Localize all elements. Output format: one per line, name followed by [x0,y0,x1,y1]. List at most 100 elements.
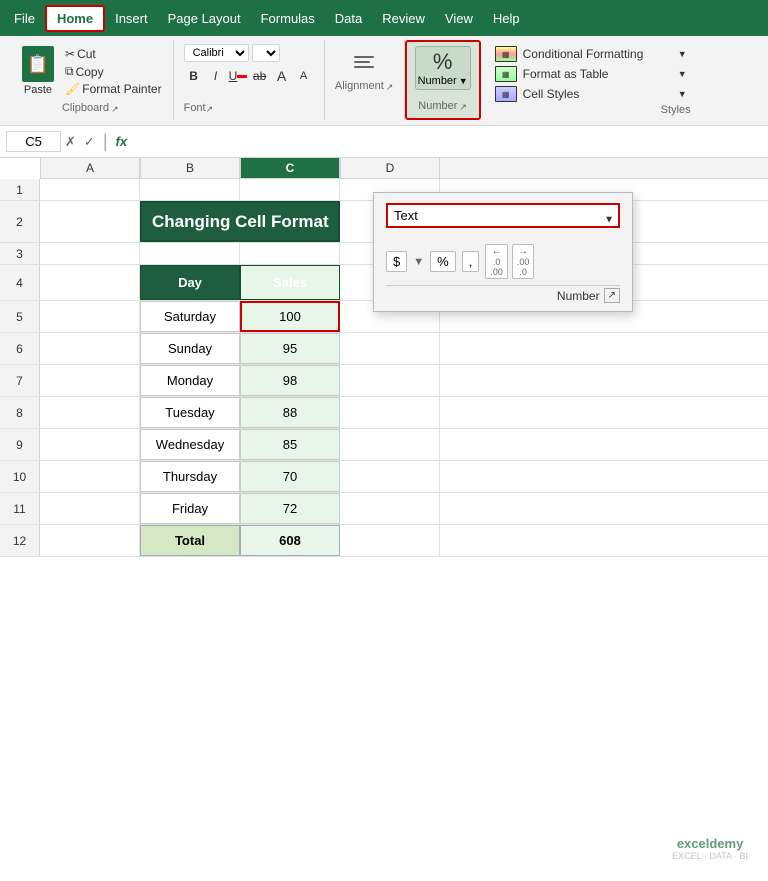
cell-d11[interactable] [340,493,440,524]
format-select[interactable]: Text General Number Currency Accounting … [386,203,620,228]
decrease-font-button[interactable]: A [294,66,314,86]
row-num-8: 8 [0,397,40,428]
cell-c9[interactable]: 85 [240,429,340,460]
menu-formulas[interactable]: Formulas [251,7,325,30]
cut-button[interactable]: ✂ Cut [62,46,165,62]
number-tools: $ ▼ % , ← .0 .00 → .00 .0 [386,244,620,279]
menu-file[interactable]: File [4,7,45,30]
cell-a2[interactable] [40,201,140,242]
cell-b5[interactable]: Saturday [140,301,240,332]
cell-c7[interactable]: 98 [240,365,340,396]
number-format-button[interactable]: % Number ▼ [415,46,471,90]
cell-d6[interactable] [340,333,440,364]
cell-c4-sales[interactable]: Sales [240,265,340,300]
cell-b8[interactable]: Tuesday [140,397,240,428]
menu-page-layout[interactable]: Page Layout [158,7,251,30]
cell-b12-total[interactable]: Total [140,525,240,556]
confirm-icon[interactable]: ✓ [84,134,95,150]
cell-b9[interactable]: Wednesday [140,429,240,460]
menu-help[interactable]: Help [483,7,530,30]
brand-name: exceldemy [672,836,748,851]
sheet-row-9: 9 Wednesday 85 [0,429,768,461]
comma-button[interactable]: , [462,251,480,272]
cell-b7[interactable]: Monday [140,365,240,396]
clipboard-expand-icon[interactable]: ↗ [111,104,119,115]
menu-view[interactable]: View [435,7,483,30]
menu-insert[interactable]: Insert [105,7,158,30]
cell-c11[interactable]: 72 [240,493,340,524]
cell-d7[interactable] [340,365,440,396]
cell-c8[interactable]: 88 [240,397,340,428]
cell-styles-item[interactable]: ▦ Cell Styles ▼ [491,84,691,104]
cell-d8[interactable] [340,397,440,428]
paste-button[interactable]: 📋 Paste [16,44,60,98]
increase-decimal-button[interactable]: ← .0 .00 [485,244,508,279]
percent-button[interactable]: % [430,251,456,272]
menu-home[interactable]: Home [45,5,105,32]
alignment-icon[interactable] [349,44,379,80]
cell-a12[interactable] [40,525,140,556]
cell-d10[interactable] [340,461,440,492]
cell-a5[interactable] [40,301,140,332]
cell-c1[interactable] [240,179,340,200]
formula-input[interactable] [131,132,762,151]
alignment-expand-icon[interactable]: ↗ [386,82,394,93]
bold-button[interactable]: B [184,66,204,86]
underline-button[interactable]: U [228,66,248,86]
strikethrough-button[interactable]: ab [250,66,270,86]
cell-b2-title[interactable]: Changing Cell Format [140,201,340,242]
cell-c10[interactable]: 70 [240,461,340,492]
cell-c12-total[interactable]: 608 [240,525,340,556]
cell-d9[interactable] [340,429,440,460]
number-format-dropdown: Text General Number Currency Accounting … [373,192,633,312]
increase-font-button[interactable]: A [272,66,292,86]
cell-a10[interactable] [40,461,140,492]
format-as-table-item[interactable]: ▦ Format as Table ▼ [491,64,691,84]
cell-a7[interactable] [40,365,140,396]
cell-c6[interactable]: 95 [240,333,340,364]
number-dropdown-arrow[interactable]: ▼ [459,76,468,86]
cell-b1[interactable] [140,179,240,200]
cell-a8[interactable] [40,397,140,428]
cell-c5[interactable]: 100 [240,301,340,332]
menu-data[interactable]: Data [325,7,372,30]
cell-a1[interactable] [40,179,140,200]
cell-a11[interactable] [40,493,140,524]
col-header-c[interactable]: C [240,158,340,178]
small-icons: ✂ Cut ⧉ Copy 🖌 Format Painter [62,44,165,97]
increase-decimal-arrow: ← [492,246,502,257]
cell-b10[interactable]: Thursday [140,461,240,492]
menu-review[interactable]: Review [372,7,435,30]
decrease-decimal-button[interactable]: → .00 .0 [512,244,535,279]
italic-button[interactable]: I [206,66,226,86]
format-painter-button[interactable]: 🖌 Format Painter [62,81,165,97]
cell-c3[interactable] [240,243,340,264]
cell-b11[interactable]: Friday [140,493,240,524]
number-expand-icon[interactable]: ↗ [459,102,467,113]
copy-button[interactable]: ⧉ Copy [62,63,165,80]
font-size-dropdown[interactable]: 11 [252,44,280,62]
number-group-label: Number [418,100,457,114]
cell-a6[interactable] [40,333,140,364]
cell-d12[interactable] [340,525,440,556]
sheet-row-8: 8 Tuesday 88 [0,397,768,429]
conditional-formatting-item[interactable]: ▦ Conditional Formatting ▼ [491,44,691,64]
cell-a3[interactable] [40,243,140,264]
row-num-5: 5 [0,301,40,332]
font-expand-icon[interactable]: ↗ [206,104,214,115]
col-header-b[interactable]: B [140,158,240,178]
col-header-a[interactable]: A [40,158,140,178]
dropdown-expand-icon[interactable]: ↗ [604,288,620,303]
cell-b3[interactable] [140,243,240,264]
col-header-d[interactable]: D [340,158,440,178]
cell-b4-day[interactable]: Day [140,265,240,300]
font-name-dropdown[interactable]: Calibri [184,44,249,62]
cell-reference-box[interactable]: C5 [6,131,61,152]
cell-b6[interactable]: Sunday [140,333,240,364]
cell-a4[interactable] [40,265,140,300]
dollar-button[interactable]: $ [386,251,407,272]
cancel-icon[interactable]: ✗ [65,134,76,150]
formula-bar: C5 ✗ ✓ | fx [0,126,768,158]
dollar-arrow[interactable]: ▼ [413,256,424,268]
cell-a9[interactable] [40,429,140,460]
